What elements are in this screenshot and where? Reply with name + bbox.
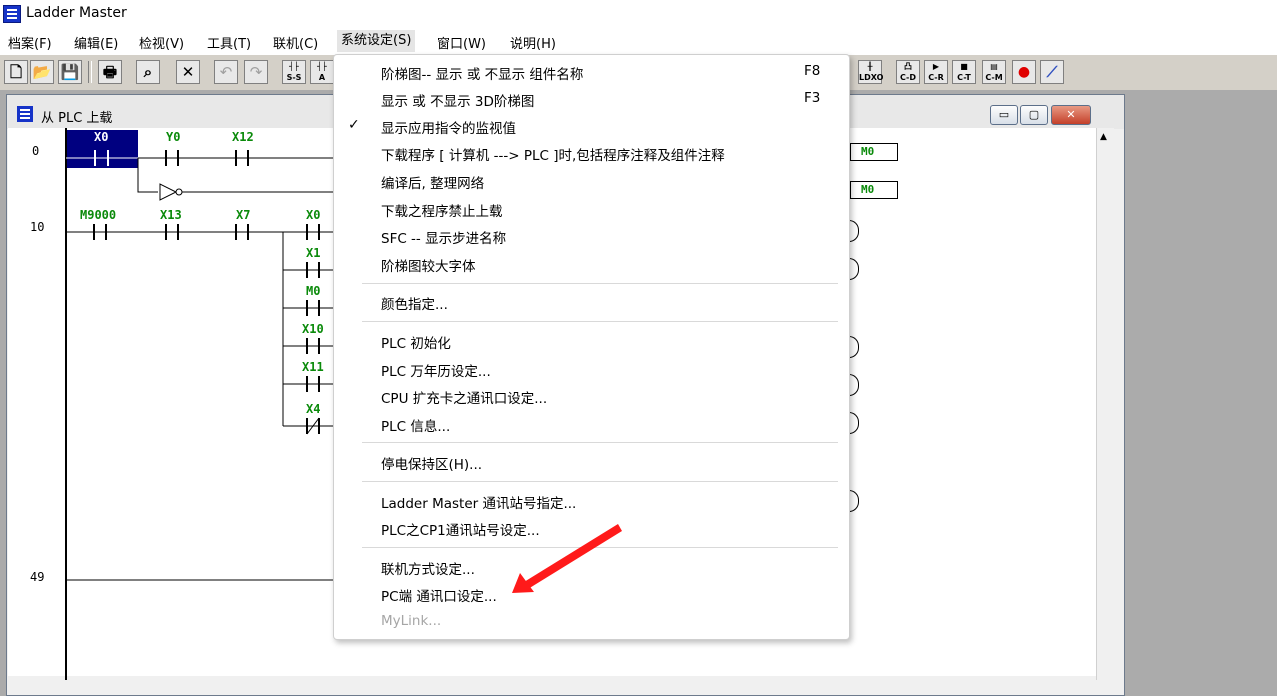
restore-button[interactable]: ▢ xyxy=(1020,105,1048,125)
menu-view[interactable]: 检视(V) xyxy=(139,33,184,52)
s-s-icon[interactable]: ┤├ S-S xyxy=(282,60,306,84)
minimize-button[interactable]: ▭ xyxy=(990,105,1018,125)
menu-item-organize-network[interactable]: 编译后, 整理网络 xyxy=(381,172,484,192)
shortcut-label: F8 xyxy=(804,63,821,79)
menu-item-cp1-station-number[interactable]: PLC之CP1通讯站号设定... xyxy=(381,519,540,539)
contact-label: X12 xyxy=(232,130,254,144)
menu-item-color-settings[interactable]: 颜色指定... xyxy=(381,293,448,313)
contact-label: X0 xyxy=(306,208,321,222)
menu-item-retentive-area[interactable]: 停电保持区(H)... xyxy=(381,453,482,473)
a-label: A xyxy=(318,73,326,82)
ladder-window-icon xyxy=(17,106,33,122)
menu-help[interactable]: 说明(H) xyxy=(510,33,556,52)
menu-item-toggle-3d-ladder[interactable]: 显示 或 不显示 3D阶梯图 xyxy=(381,90,534,110)
menu-item-mylink: MyLink... xyxy=(381,613,442,629)
menu-item-plc-calendar[interactable]: PLC 万年历设定... xyxy=(381,360,491,380)
close-button[interactable]: ✕ xyxy=(1051,105,1091,125)
menu-file[interactable]: 档案(F) xyxy=(8,33,52,52)
menu-item-pc-port-settings[interactable]: PC端 通讯口设定... xyxy=(381,585,497,605)
menu-item-plc-initialize[interactable]: PLC 初始化 xyxy=(381,332,451,352)
menu-separator xyxy=(362,547,838,548)
menu-tools[interactable]: 工具(T) xyxy=(207,33,251,52)
menu-item-connection-mode[interactable]: 联机方式设定... xyxy=(381,558,475,578)
record-icon[interactable]: ● xyxy=(1012,60,1036,84)
c-d-icon[interactable]: 凸 C-D xyxy=(896,60,920,84)
scroll-up-icon[interactable]: ▲ xyxy=(1100,132,1107,142)
menu-item-station-number[interactable]: Ladder Master 通讯站号指定... xyxy=(381,492,576,512)
menu-separator xyxy=(362,442,838,443)
menu-item-toggle-component-names[interactable]: 阶梯图-- 显示 或 不显示 组件名称 xyxy=(381,63,583,83)
toolbar-separator xyxy=(88,61,92,83)
system-settings-dropdown: 阶梯图-- 显示 或 不显示 组件名称 F8 显示 或 不显示 3D阶梯图 F3… xyxy=(333,54,850,640)
menu-item-sfc-step-names[interactable]: SFC -- 显示步进名称 xyxy=(381,227,506,247)
c-t-icon[interactable]: ■ C-T xyxy=(952,60,976,84)
vertical-scrollbar[interactable]: ▲ xyxy=(1096,128,1114,680)
contact-label: X7 xyxy=(236,208,251,222)
menu-system-settings[interactable]: 系统设定(S) xyxy=(337,30,416,52)
menu-item-show-monitor-values[interactable]: 显示应用指令的监视值 xyxy=(381,117,516,137)
menu-item-download-with-comments[interactable]: 下载程序 [ 计算机 ---> PLC ]时,包括程序注释及组件注释 xyxy=(381,144,725,164)
c-t-label: C-T xyxy=(957,73,971,82)
step-number: 49 xyxy=(30,570,45,584)
find-icon[interactable]: ⌕ xyxy=(136,60,160,84)
contact-label: X1 xyxy=(306,246,321,260)
a-icon[interactable]: ┤├ A xyxy=(310,60,334,84)
ldxo-icon[interactable]: ╫ LDXO xyxy=(858,60,884,84)
s-s-label: S-S xyxy=(286,73,302,82)
contact-label: X13 xyxy=(160,208,182,222)
c-r-icon[interactable]: ▶ C-R xyxy=(924,60,948,84)
contact-label: Y0 xyxy=(166,130,181,144)
menu-separator xyxy=(362,283,838,284)
menu-item-cpu-card-port[interactable]: CPU 扩充卡之通讯口设定... xyxy=(381,387,547,407)
menu-bar: 档案(F) 编辑(E) 检视(V) 工具(T) 联机(C) 系统设定(S) 窗口… xyxy=(0,28,1277,54)
title-bar: Ladder Master xyxy=(0,0,1277,28)
undo-icon[interactable]: ↶ xyxy=(214,60,238,84)
c-r-label: C-R xyxy=(928,73,944,82)
app-title: Ladder Master xyxy=(26,5,127,21)
app-icon xyxy=(3,5,21,23)
c-m-icon[interactable]: ▤ C-M xyxy=(982,60,1006,84)
menu-online[interactable]: 联机(C) xyxy=(273,33,318,52)
menu-item-large-font[interactable]: 阶梯图较大字体 xyxy=(381,255,476,275)
step-number: 0 xyxy=(32,144,40,158)
output-box: M0 xyxy=(850,181,898,199)
contact-label: M9000 xyxy=(80,208,117,222)
menu-window[interactable]: 窗口(W) xyxy=(437,33,486,52)
contact-label: X10 xyxy=(302,322,324,336)
menu-item-plc-info[interactable]: PLC 信息... xyxy=(381,415,450,435)
open-folder-icon[interactable]: 📂 xyxy=(30,60,54,84)
child-window-title: 从 PLC 上载 xyxy=(41,111,113,126)
c-m-label: C-M xyxy=(985,73,1003,82)
menu-item-forbid-upload[interactable]: 下载之程序禁止上载 xyxy=(381,200,503,220)
redo-icon[interactable]: ↷ xyxy=(244,60,268,84)
output-box: M0 xyxy=(850,143,898,161)
step-number: 10 xyxy=(30,220,45,234)
contact-label: X11 xyxy=(302,360,324,374)
ldxo-label: LDXO xyxy=(859,73,884,82)
menu-separator xyxy=(362,321,838,322)
check-icon: ✓ xyxy=(348,117,360,133)
contact-label: M0 xyxy=(306,284,321,298)
contact-label: X4 xyxy=(306,402,321,416)
delete-icon[interactable]: ✕ xyxy=(176,60,200,84)
shortcut-label: F3 xyxy=(804,90,821,106)
chart-icon[interactable]: ⟋ xyxy=(1040,60,1064,84)
menu-edit[interactable]: 编辑(E) xyxy=(74,33,118,52)
new-file-icon[interactable]: 🗋 xyxy=(4,60,28,84)
menu-separator xyxy=(362,481,838,482)
save-icon[interactable]: 💾 xyxy=(58,60,82,84)
contact-label: X0 xyxy=(94,130,109,144)
print-icon[interactable]: 🖶 xyxy=(98,60,122,84)
c-d-label: C-D xyxy=(899,73,916,82)
